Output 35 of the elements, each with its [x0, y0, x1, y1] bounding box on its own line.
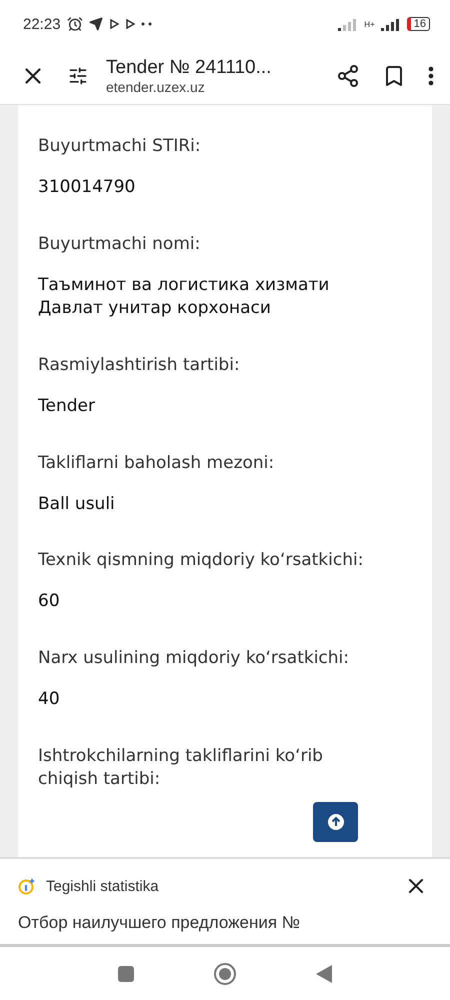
field-label: Buyurtmachi nomi: [38, 232, 202, 256]
dots-icon [140, 22, 153, 26]
sliders-icon [68, 66, 88, 86]
field-label: Ishtrokchilarning takliflarini ko‘rib chiqish tartibi: [38, 745, 324, 792]
clock-time: 22:23 [23, 16, 61, 32]
field-label: Rasmiylashtirish tartibi: [38, 354, 241, 377]
field-value: 40 [38, 688, 61, 712]
related-link[interactable]: Отбор наилучшего предложения № [18, 913, 432, 933]
alarm-icon [66, 16, 83, 32]
scroll-top-button[interactable] [313, 802, 358, 842]
play-icon [108, 19, 119, 29]
field-label: Buyurtmachi STIRi: [38, 135, 202, 158]
signal-icon [380, 17, 401, 31]
field-label: Narx usulining miqdoriy ko‘rsatkichi: [38, 647, 350, 670]
recents-icon[interactable] [117, 964, 135, 982]
field-value: Tender [38, 394, 96, 418]
field-value: 310014790 [38, 176, 136, 199]
page-url: etender.uzex.uz [106, 79, 206, 95]
page-title: Tender № 241110... [106, 57, 272, 79]
more-icon [428, 66, 434, 86]
home-icon[interactable] [213, 962, 237, 986]
arrow-up-icon [326, 813, 344, 831]
signal-icon [338, 17, 358, 31]
play-icon [124, 19, 135, 29]
field-label: Texnik qismning miqdoriy ko‘rsatkichi: [38, 549, 364, 572]
field-value: 60 [38, 590, 61, 614]
field-value: Ball usuli [38, 492, 116, 516]
field-value: Таъминот ва логистика хизмати Давлат унитар корхонаси [38, 274, 330, 320]
share-icon [336, 64, 360, 88]
panel-title: Tegishli statistika [46, 878, 160, 894]
battery-level: 16 [406, 17, 430, 31]
back-icon[interactable] [315, 964, 333, 984]
field-label: Takliflarni baholash mezoni: [38, 452, 276, 474]
network-label: H+ [364, 20, 375, 28]
info-icon [18, 877, 36, 895]
